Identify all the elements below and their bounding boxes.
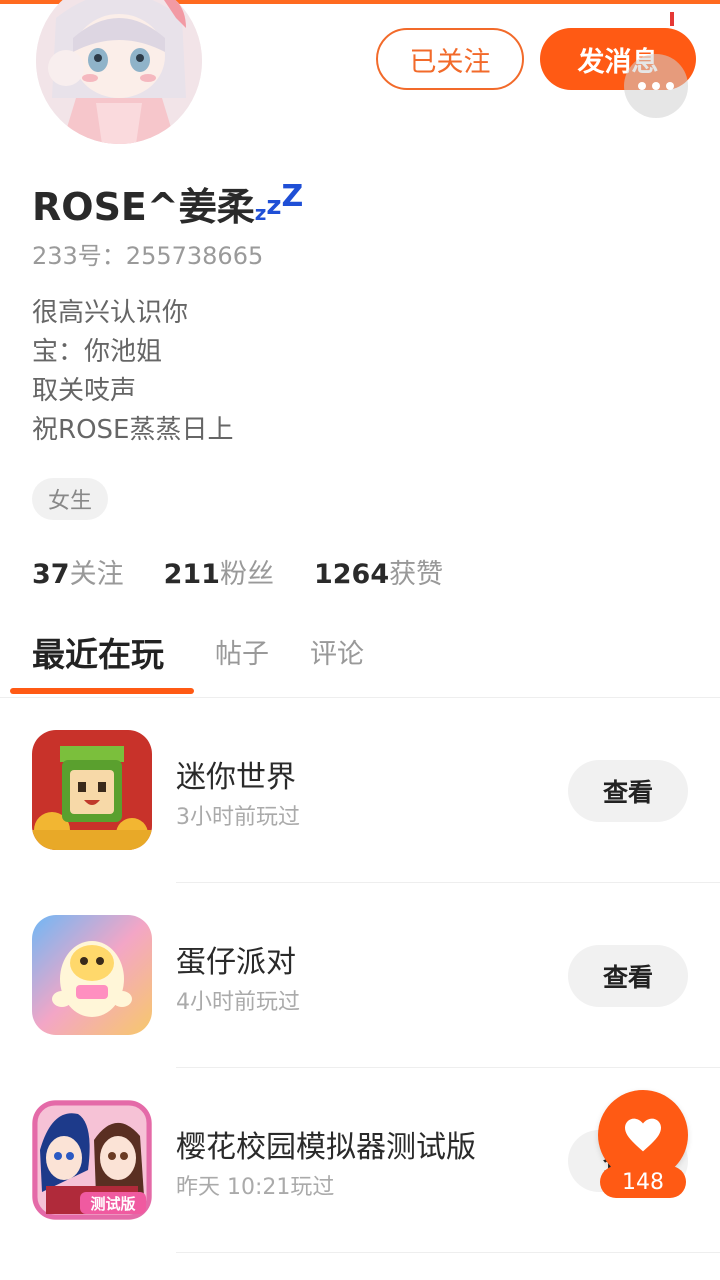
game-icon-sakura-school[interactable]: 测试版	[32, 1100, 152, 1220]
gender-tag: 女生	[32, 478, 109, 520]
tab-comments[interactable]: 评论	[310, 632, 364, 671]
game-last-played: 4小时前玩过	[176, 990, 300, 1015]
tab-active-indicator	[10, 688, 194, 694]
bio-line: 宝：你池姐	[32, 337, 163, 367]
list-item[interactable]: 迷你世界 3小时前玩过 查看	[0, 698, 720, 883]
game-icon-eggy-party[interactable]	[32, 915, 152, 1035]
bio-line: 很高兴认识你	[32, 298, 189, 328]
divider	[176, 1252, 720, 1253]
stat-likes[interactable]: 1264获赞	[314, 552, 443, 591]
tab-recent-played[interactable]: 最近在玩	[32, 628, 164, 676]
tab-posts[interactable]: 帖子	[215, 632, 269, 671]
heart-icon	[625, 1118, 661, 1152]
status-indicator	[670, 12, 674, 26]
game-name: 蛋仔派对	[176, 945, 296, 980]
bio: 很高兴认识你 宝：你池姐 取关吱声 祝ROSE蒸蒸日上	[32, 294, 233, 450]
view-button[interactable]: 查看	[568, 760, 688, 822]
nickname-text: ROSE^姜柔	[32, 185, 255, 229]
stats-bar: 37关注 211粉丝 1264获赞	[32, 552, 443, 591]
game-name: 迷你世界	[176, 760, 296, 795]
user-id: 233号：255738665	[32, 242, 264, 270]
more-dots-icon[interactable]	[624, 54, 688, 118]
avatar[interactable]	[36, 0, 202, 144]
sleep-zzz-icon: zzZ	[254, 179, 304, 225]
stat-fans[interactable]: 211粉丝	[164, 552, 274, 591]
svg-text:测试版: 测试版	[90, 1195, 135, 1213]
game-last-played: 昨天 10:21玩过	[176, 1175, 335, 1200]
game-name: 樱花校园模拟器测试版	[176, 1130, 476, 1165]
like-count-badge: 148	[600, 1166, 686, 1198]
avatar-image	[36, 0, 202, 144]
view-button[interactable]: 查看	[568, 945, 688, 1007]
followed-button[interactable]: 已关注	[376, 28, 524, 90]
list-item[interactable]: 蛋仔派对 4小时前玩过 查看	[0, 883, 720, 1068]
bio-line: 取关吱声	[32, 376, 137, 406]
tab-bar: 最近在玩 帖子 评论	[0, 628, 720, 698]
stat-following[interactable]: 37关注	[32, 552, 124, 591]
game-last-played: 3小时前玩过	[176, 805, 300, 830]
game-icon-mini-world[interactable]	[32, 730, 152, 850]
bio-line: 祝ROSE蒸蒸日上	[32, 415, 234, 445]
nickname: ROSE^姜柔zzZ	[32, 176, 303, 231]
